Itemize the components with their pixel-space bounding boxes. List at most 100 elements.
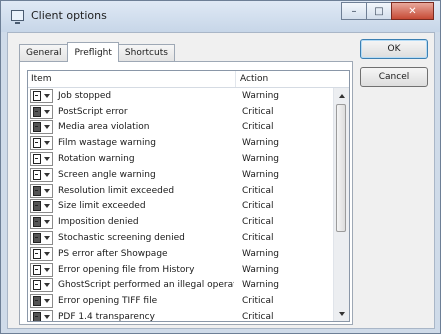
list-item[interactable]: PS error after Showpage Warning (28, 246, 334, 262)
list-item[interactable]: Rotation warning Warning (28, 151, 334, 167)
dialog-body: General Preflight Shortcuts Item Action … (7, 32, 435, 329)
item-label: Size limit exceeded (58, 201, 146, 212)
document-filled-icon (33, 185, 41, 196)
action-dropdown[interactable] (30, 215, 53, 230)
list-item[interactable]: Media area violation Critical (28, 120, 334, 136)
item-label: Job stopped (58, 90, 112, 101)
chevron-up-icon (338, 93, 345, 98)
list-header: Item Action (28, 71, 349, 88)
list-item[interactable]: Job stopped Warning (28, 88, 334, 104)
list-item[interactable]: PDF 1.4 transparency Critical (28, 309, 334, 322)
action-dropdown[interactable] (30, 294, 53, 309)
document-icon (33, 280, 41, 291)
chevron-down-icon (44, 109, 50, 114)
action-dropdown[interactable] (30, 262, 53, 277)
tab-shortcuts[interactable]: Shortcuts (117, 44, 175, 61)
list-item[interactable]: Film wastage warning Warning (28, 135, 334, 151)
list-item[interactable]: PostScript error Critical (28, 104, 334, 120)
document-filled-icon (33, 122, 41, 133)
column-header-action[interactable]: Action (236, 71, 268, 87)
action-dropdown[interactable] (30, 104, 53, 119)
list-item[interactable]: Error opening file from History Warning (28, 262, 334, 278)
action-dropdown[interactable] (30, 246, 53, 261)
document-filled-icon (33, 106, 41, 117)
chevron-down-icon (44, 93, 50, 98)
action-dropdown[interactable] (30, 120, 53, 135)
list-item[interactable]: Stochastic screening denied Critical (28, 230, 334, 246)
item-label: Rotation warning (58, 154, 135, 165)
action-dropdown[interactable] (30, 199, 53, 214)
action-value: Critical (242, 312, 274, 322)
document-filled-icon (33, 296, 41, 307)
vertical-scrollbar[interactable] (333, 88, 349, 321)
list-item[interactable]: Size limit exceeded Critical (28, 199, 334, 215)
item-label: Film wastage warning (58, 138, 156, 149)
action-value: Critical (242, 217, 274, 228)
item-label: Stochastic screening denied (58, 233, 185, 244)
item-label: Media area violation (58, 122, 150, 133)
scroll-down-button[interactable] (334, 306, 349, 321)
preflight-panel: Item Action Job stopped Warning PostScript… (19, 61, 353, 325)
action-value: Critical (242, 296, 274, 307)
list-item[interactable]: Resolution limit exceeded Critical (28, 183, 334, 199)
caption-buttons: – □ ✕ (341, 2, 434, 20)
maximize-button[interactable]: □ (366, 2, 392, 20)
tab-general[interactable]: General (19, 44, 69, 61)
document-icon (33, 138, 41, 149)
action-value: Warning (242, 264, 280, 275)
action-value: Critical (242, 122, 274, 133)
action-value: Critical (242, 201, 274, 212)
item-label: Error opening file from History (58, 264, 195, 275)
tab-strip: General Preflight Shortcuts (19, 41, 175, 62)
action-value: Warning (242, 169, 280, 180)
ok-button[interactable]: OK (360, 39, 428, 59)
item-label: Resolution limit exceeded (58, 185, 175, 196)
client-options-window: Client options – □ ✕ General Preflight S… (0, 0, 441, 334)
chevron-down-icon (44, 251, 50, 256)
document-filled-icon (33, 312, 41, 321)
scroll-up-button[interactable] (334, 88, 349, 103)
chevron-down-icon (44, 315, 50, 320)
action-value: Warning (242, 90, 280, 101)
list-item[interactable]: Screen angle warning Warning (28, 167, 334, 183)
item-label: PDF 1.4 transparency (58, 312, 155, 322)
action-dropdown[interactable] (30, 310, 53, 321)
document-icon (33, 90, 41, 101)
window-title: Client options (31, 9, 107, 22)
title-bar[interactable]: Client options – □ ✕ (1, 1, 440, 32)
item-label: Imposition denied (58, 217, 139, 228)
chevron-down-icon (44, 283, 50, 288)
action-dropdown[interactable] (30, 167, 53, 182)
action-value: Critical (242, 106, 274, 117)
action-dropdown[interactable] (30, 278, 53, 293)
document-icon (33, 169, 41, 180)
action-dropdown[interactable] (30, 136, 53, 151)
column-header-item[interactable]: Item (28, 71, 236, 87)
chevron-down-icon (44, 172, 50, 177)
item-label: Error opening TIFF file (58, 296, 158, 307)
chevron-down-icon (44, 204, 50, 209)
preflight-list[interactable]: Item Action Job stopped Warning PostScript… (27, 70, 350, 322)
action-dropdown[interactable] (30, 231, 53, 246)
document-icon (33, 154, 41, 165)
cancel-button[interactable]: Cancel (360, 67, 428, 87)
list-item[interactable]: Imposition denied Critical (28, 214, 334, 230)
tab-preflight[interactable]: Preflight (67, 42, 119, 62)
action-dropdown[interactable] (30, 183, 53, 198)
action-dropdown[interactable] (30, 152, 53, 167)
chevron-down-icon (44, 299, 50, 304)
item-label: PostScript error (58, 106, 128, 117)
document-icon (33, 248, 41, 259)
chevron-down-icon (44, 236, 50, 241)
scroll-thumb[interactable] (336, 104, 346, 232)
item-label: GhostScript performed an illegal operati… (58, 280, 234, 291)
chevron-down-icon (44, 220, 50, 225)
monitor-icon (11, 10, 24, 24)
close-button[interactable]: ✕ (391, 2, 434, 20)
item-label: Screen angle warning (58, 169, 156, 180)
list-rows: Job stopped Warning PostScript error Critic… (28, 88, 334, 322)
list-item[interactable]: Error opening TIFF file Critical (28, 293, 334, 309)
action-dropdown[interactable] (30, 88, 53, 103)
list-item[interactable]: GhostScript performed an illegal operati… (28, 278, 334, 294)
minimize-button[interactable]: – (341, 2, 367, 20)
